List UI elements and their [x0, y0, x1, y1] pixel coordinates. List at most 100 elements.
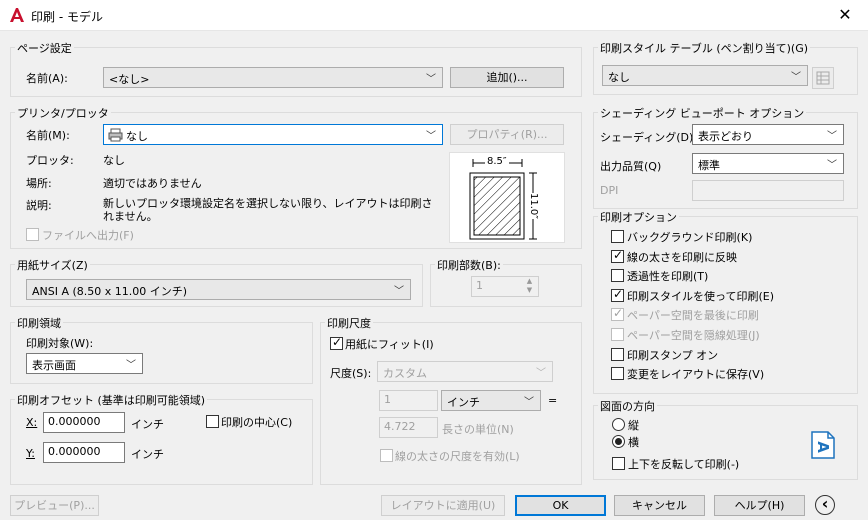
- plot-option-checkbox[interactable]: [611, 348, 624, 361]
- portrait-radio[interactable]: [612, 418, 625, 431]
- offset-x-unit: インチ: [131, 418, 164, 431]
- plot-option-checkbox[interactable]: ✓: [611, 248, 624, 263]
- page-setup-add-button[interactable]: 追加()...: [450, 67, 564, 88]
- scale-numerator-input[interactable]: 1: [379, 390, 438, 411]
- plot-option-label: 印刷スタイルを使って印刷(E): [627, 290, 774, 303]
- ok-button[interactable]: OK: [515, 495, 606, 516]
- shade-label: シェーディング(D): [600, 131, 694, 144]
- upside-down-checkbox[interactable]: [612, 457, 625, 470]
- spin-down-icon[interactable]: ▼: [521, 286, 538, 295]
- chevron-down-icon: ﹀: [426, 74, 436, 85]
- scale-value: カスタム: [383, 367, 427, 380]
- shaded-viewport-label: シェーディング ビューポート オプション: [598, 105, 807, 121]
- offset-y-unit: インチ: [131, 448, 164, 461]
- location-label: 場所:: [26, 177, 52, 190]
- landscape-radio[interactable]: [612, 435, 625, 448]
- center-plot-checkbox[interactable]: [206, 415, 219, 428]
- edit-plot-style-button[interactable]: [812, 67, 834, 89]
- scale-dropdown[interactable]: カスタム ﹀: [377, 361, 553, 382]
- plot-option-checkbox[interactable]: [611, 230, 624, 243]
- plot-what-dropdown[interactable]: 表示画面 ﹀: [26, 353, 143, 374]
- spin-up-icon[interactable]: ▲: [521, 277, 538, 286]
- close-icon[interactable]: ✕: [830, 4, 860, 26]
- scale-denominator-value: 4.722: [384, 420, 416, 433]
- apply-to-layout-button[interactable]: レイアウトに適用(U): [381, 495, 505, 516]
- plot-option-checkbox[interactable]: [611, 269, 624, 282]
- quality-dropdown[interactable]: 標準 ﹀: [692, 153, 844, 174]
- plot-area-label: 印刷領域: [15, 315, 63, 331]
- plot-style-label: 印刷スタイル テーブル (ペン割り当て)(G): [598, 40, 811, 56]
- plot-option-checkbox[interactable]: [611, 367, 624, 380]
- plot-options-label: 印刷オプション: [598, 209, 679, 225]
- printer-icon: [108, 128, 123, 142]
- orientation-preview: A: [811, 431, 835, 459]
- chevron-down-icon: ﹀: [524, 397, 534, 408]
- printer-name-dropdown[interactable]: なし ﹀: [103, 124, 443, 145]
- plot-option-checkbox[interactable]: ✓: [611, 287, 624, 302]
- plot-option-label: バックグラウンド印刷(K): [627, 231, 753, 244]
- plot-option-label: ペーパー空間を最後に印刷: [627, 309, 759, 322]
- plot-what-value: 表示画面: [32, 359, 76, 372]
- dpi-label: DPI: [600, 184, 619, 197]
- paper-size-dropdown[interactable]: ANSI A (8.50 x 11.00 インチ) ﹀: [26, 279, 411, 300]
- printer-name-value: なし: [126, 130, 148, 143]
- autocad-logo-icon: [10, 8, 24, 22]
- shade-value: 表示どおり: [698, 130, 753, 143]
- preview-button[interactable]: プレビュー(P)...: [10, 495, 99, 516]
- scale-lineweights-label: 線の太さの尺度を有効(L): [395, 450, 520, 463]
- shade-dropdown[interactable]: 表示どおり ﹀: [692, 124, 844, 145]
- copies-spinner[interactable]: ▲ ▼: [521, 277, 538, 296]
- chevron-down-icon: ﹀: [426, 131, 436, 142]
- upside-down-label: 上下を反転して印刷(-): [628, 458, 740, 471]
- dpi-input[interactable]: [692, 180, 844, 201]
- scale-label: 尺度(S):: [330, 367, 372, 380]
- scale-denominator-input[interactable]: 4.722: [379, 417, 438, 438]
- description-value: 新しいプロッタ環境設定名を選択しない限り、レイアウトは印刷されません。: [103, 197, 433, 223]
- plot-option-label: 線の太さを印刷に反映: [627, 251, 737, 264]
- plot-option-label: 印刷スタンプ オン: [627, 349, 719, 362]
- plot-option-label: 変更をレイアウトに保存(V): [627, 368, 765, 381]
- page-setup-label: ページ設定: [15, 40, 74, 56]
- plot-option-label: 透過性を印刷(T): [627, 270, 709, 283]
- check-icon: ✓: [613, 248, 624, 262]
- table-edit-icon: [816, 71, 830, 85]
- portrait-label: 縦: [628, 419, 639, 432]
- collapse-icon[interactable]: ‹: [815, 495, 835, 515]
- plot-style-dropdown[interactable]: なし ﹀: [602, 65, 808, 86]
- offset-y-input[interactable]: 0.000000: [43, 442, 125, 463]
- plot-option-checkbox[interactable]: ✓: [611, 306, 624, 321]
- plot-option-checkbox[interactable]: [611, 328, 624, 341]
- paper-height-label: 11.0″: [528, 193, 539, 220]
- quality-value: 標準: [698, 159, 720, 172]
- scale-units-label: 長さの単位(N): [442, 423, 514, 436]
- equals-sign: =: [548, 394, 558, 407]
- orientation-label: 図面の方向: [598, 398, 657, 414]
- plot-option-label: ペーパー空間を隠線処理(J): [627, 329, 760, 342]
- cancel-button[interactable]: キャンセル: [614, 495, 705, 516]
- scale-unit-value: インチ: [447, 396, 480, 409]
- chevron-down-icon: ﹀: [791, 72, 801, 83]
- page-setup-name-label: 名前(A):: [26, 72, 68, 85]
- plot-offset-label: 印刷オフセット (基準は印刷可能領域): [15, 392, 208, 408]
- offset-x-label: X:: [26, 416, 38, 429]
- help-button[interactable]: ヘルプ(H): [714, 495, 805, 516]
- scale-numerator-value: 1: [384, 393, 391, 406]
- printer-properties-button[interactable]: プロパティ(R)...: [450, 124, 564, 145]
- plot-what-label: 印刷対象(W):: [26, 337, 94, 350]
- paper-size-value: ANSI A (8.50 x 11.00 インチ): [32, 285, 188, 298]
- page-setup-name-dropdown[interactable]: <なし> ﹀: [103, 67, 443, 88]
- fit-to-paper-checkbox[interactable]: ✓: [330, 335, 343, 350]
- offset-y-label: Y:: [26, 447, 35, 460]
- plotter-value: なし: [103, 154, 125, 167]
- paper-width-label: 8.5″: [485, 156, 509, 167]
- offset-x-input[interactable]: 0.000000: [43, 412, 125, 433]
- printer-name-label: 名前(M):: [26, 129, 70, 142]
- plot-to-file-checkbox[interactable]: [26, 228, 39, 241]
- title-bar: [0, 0, 868, 31]
- check-icon: ✓: [613, 287, 624, 301]
- scale-lineweights-checkbox[interactable]: [380, 449, 393, 462]
- landscape-label: 横: [628, 436, 639, 449]
- scale-unit-dropdown[interactable]: インチ ﹀: [441, 390, 541, 411]
- chevron-down-icon: ﹀: [394, 286, 404, 297]
- page-setup-name-value: <なし>: [109, 73, 150, 86]
